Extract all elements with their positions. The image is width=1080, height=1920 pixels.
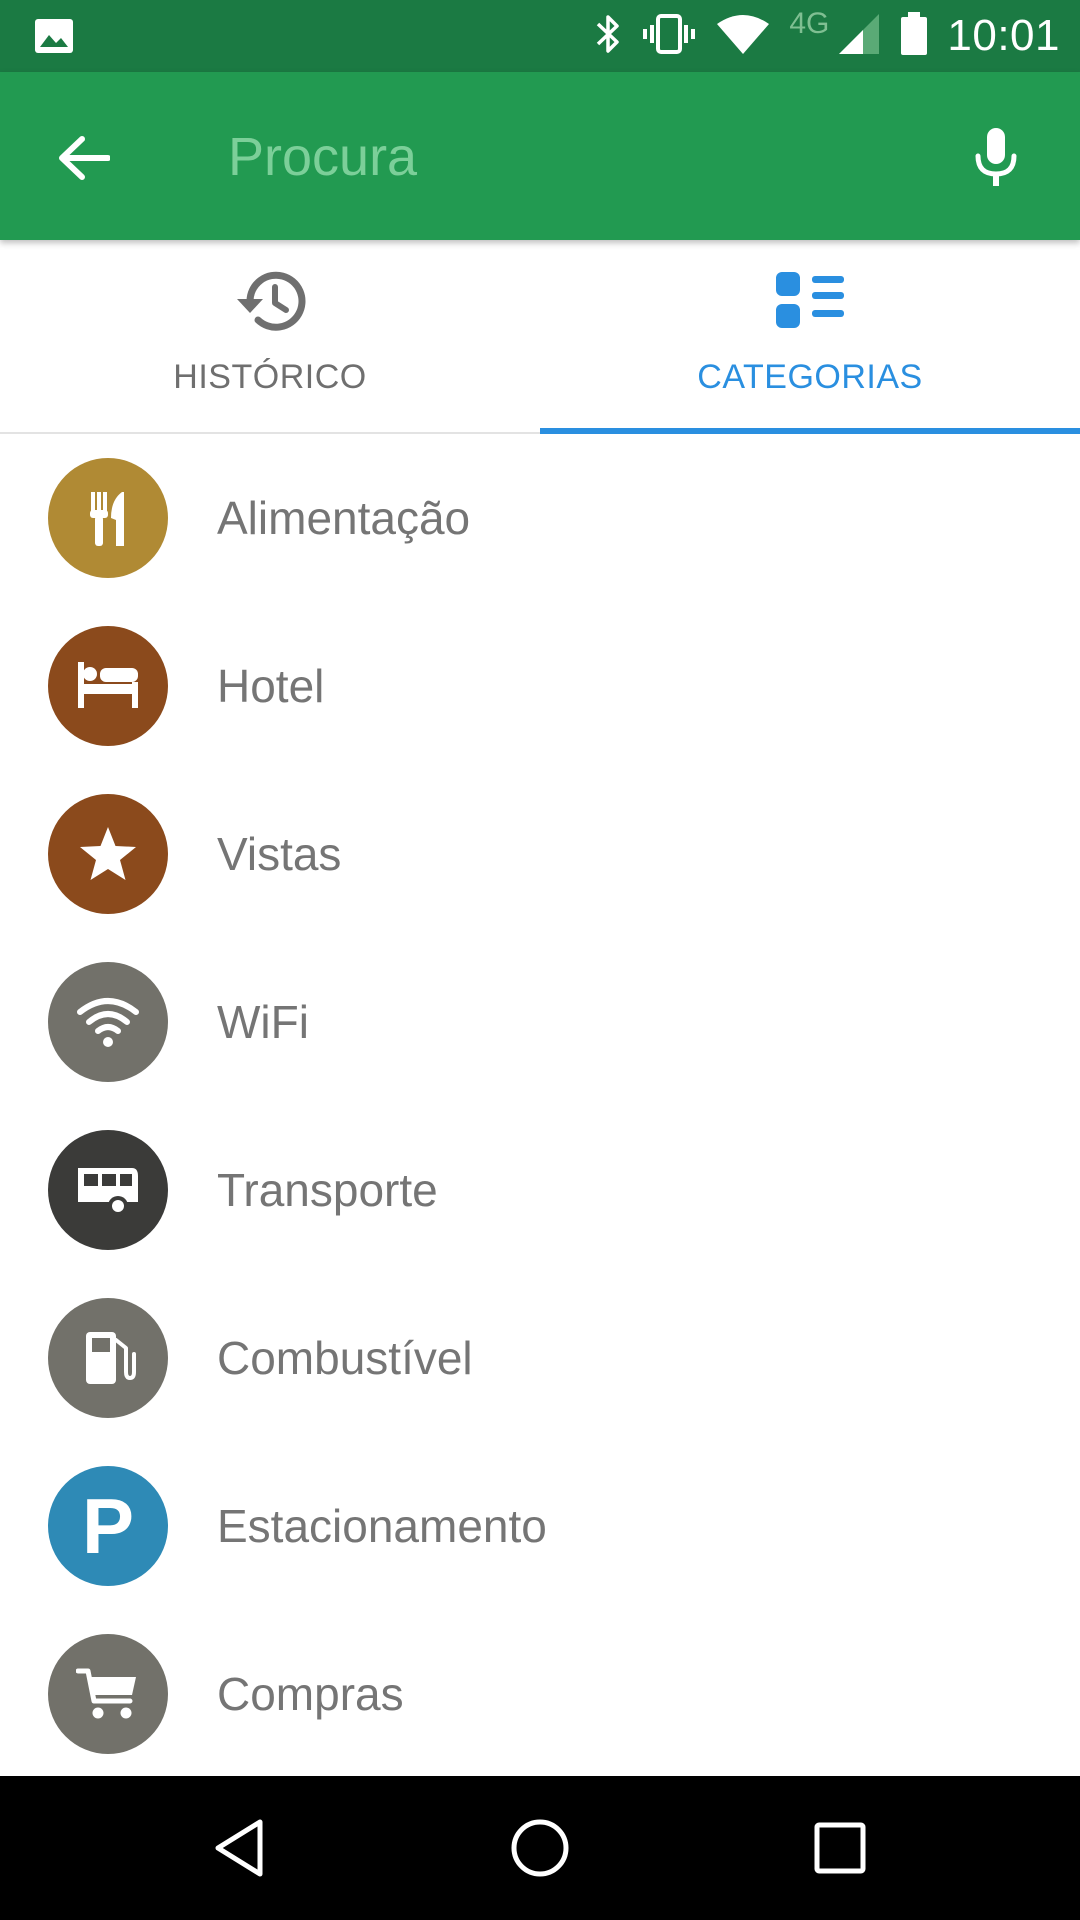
search-app-bar — [0, 72, 1080, 240]
category-label: Combustível — [217, 1332, 473, 1384]
category-item-compras[interactable]: Compras — [0, 1610, 1080, 1774]
fork-knife-icon — [48, 458, 168, 578]
category-label: WiFi — [217, 996, 309, 1048]
category-label: Transporte — [217, 1164, 438, 1216]
nav-back-button[interactable] — [200, 1808, 280, 1888]
bluetooth-icon — [593, 12, 623, 61]
tab-categorias-label: CATEGORIAS — [697, 358, 923, 396]
microphone-icon — [975, 128, 1017, 186]
tab-historico-label: HISTÓRICO — [173, 358, 367, 396]
bus-icon — [48, 1130, 168, 1250]
arrow-back-icon — [59, 136, 110, 180]
bed-icon — [48, 626, 168, 746]
shopping-cart-icon — [48, 1634, 168, 1754]
voice-search-button[interactable] — [956, 118, 1036, 198]
nav-recents-icon — [814, 1822, 866, 1874]
category-label: Compras — [217, 1668, 404, 1720]
category-item-hotel[interactable]: Hotel — [0, 602, 1080, 770]
category-list: Alimentação Hotel Vistas WiFi Transporte… — [0, 434, 1080, 1774]
parking-icon-letter: P — [81, 1482, 135, 1570]
fuel-pump-icon — [48, 1298, 168, 1418]
status-time: 10:01 — [947, 11, 1060, 60]
category-label: Vistas — [217, 828, 342, 880]
battery-icon — [899, 11, 929, 62]
back-button[interactable] — [44, 118, 124, 198]
network-type-label: 4G — [789, 7, 830, 40]
status-bar: 4G 10:01 — [0, 0, 1080, 72]
category-item-estacionamento[interactable]: P Estacionamento — [0, 1442, 1080, 1610]
navigation-bar — [0, 1776, 1080, 1920]
vibrate-icon — [641, 12, 697, 61]
category-label: Estacionamento — [217, 1500, 547, 1552]
nav-recents-button[interactable] — [800, 1808, 880, 1888]
category-label: Alimentação — [217, 492, 471, 544]
parking-icon: P — [48, 1466, 168, 1586]
search-input[interactable] — [228, 112, 928, 202]
history-icon — [234, 266, 306, 336]
nav-home-icon — [511, 1819, 569, 1877]
gallery-notification-icon — [34, 18, 74, 59]
tab-bar: HISTÓRICO CATEGORIAS — [0, 240, 1080, 434]
nav-back-icon — [215, 1819, 263, 1877]
nav-home-button[interactable] — [500, 1808, 580, 1888]
category-item-alimentacao[interactable]: Alimentação — [0, 434, 1080, 602]
category-item-vistas[interactable]: Vistas — [0, 770, 1080, 938]
wifi-status-icon — [715, 12, 771, 61]
category-item-wifi[interactable]: WiFi — [0, 938, 1080, 1106]
star-icon — [48, 794, 168, 914]
wifi-icon — [48, 962, 168, 1082]
tab-historico[interactable]: HISTÓRICO — [0, 240, 540, 432]
category-item-transporte[interactable]: Transporte — [0, 1106, 1080, 1274]
category-label: Hotel — [217, 660, 325, 712]
categories-icon — [774, 266, 846, 336]
cell-signal-icon — [837, 12, 881, 61]
tab-categorias[interactable]: CATEGORIAS — [540, 240, 1080, 434]
category-item-combustivel[interactable]: Combustível — [0, 1274, 1080, 1442]
